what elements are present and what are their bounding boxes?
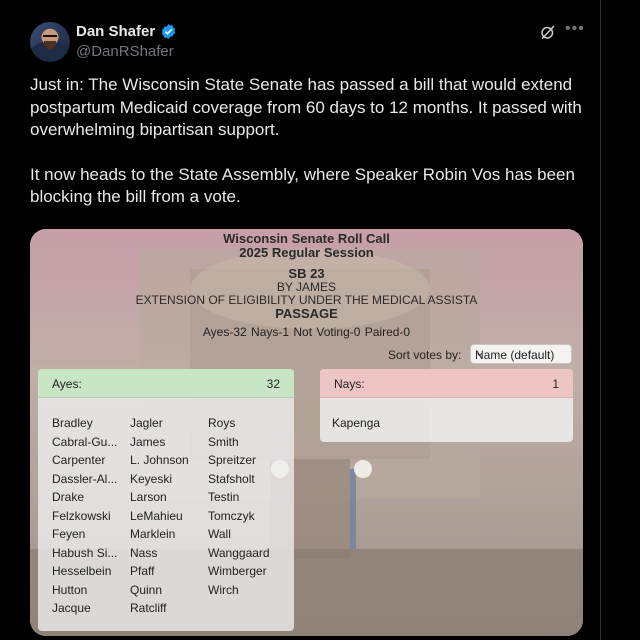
roll-call-title: Wisconsin Senate Roll Call: [223, 231, 390, 246]
bill-number: SB 23: [288, 266, 325, 281]
author-name[interactable]: Dan Shafer: [76, 23, 155, 40]
roll-call-image[interactable]: Wisconsin Senate Roll Call 2025 Regular …: [30, 229, 583, 636]
ayes-column-1: Bradley Cabral-Gu... Carpenter Dassler-Al..…: [52, 416, 117, 620]
senator-name: LeMahieu: [130, 508, 183, 523]
nays-label: Nays:: [334, 377, 365, 391]
senator-name: Jagler: [130, 416, 163, 430]
verified-badge-icon: [161, 24, 176, 39]
ayes-column-3: Roys Smith Spreitzer Stafsholt Testin Tomczyk…: [208, 416, 270, 601]
senator-name: Smith: [208, 434, 239, 449]
senator-name: James: [130, 434, 166, 449]
senator-name: Tomczyk: [208, 508, 255, 523]
senator-name: Drake: [52, 490, 85, 504]
ayes-header: Ayes: 32: [38, 369, 294, 398]
senator-name: Dassler-Al...: [52, 471, 118, 486]
senator-name: Wimberger: [208, 564, 267, 578]
senator-name: Marklein: [130, 527, 176, 541]
senator-name: Wall: [208, 527, 231, 541]
senator-name: Stafsholt: [208, 471, 255, 486]
nays-header: Nays: 1: [320, 369, 573, 398]
senator-name: Hutton: [52, 582, 88, 597]
senator-name: Wirch: [208, 582, 239, 597]
senator-name: Wanggaard: [208, 545, 270, 560]
senator-name: Hesselbein: [52, 564, 112, 578]
senator-name: Ratcliff: [130, 601, 167, 615]
senator-name: Kapenga: [332, 416, 381, 430]
senator-name: Keyeski: [130, 471, 173, 486]
avatar-glasses: [43, 35, 57, 40]
senator-name: Feyen: [52, 527, 86, 541]
senator-name: Carpenter: [52, 453, 106, 467]
senator-name: Cabral-Gu...: [52, 434, 118, 449]
sort-select[interactable]: Name (default) ⌄: [470, 344, 572, 364]
senator-name: Testin: [208, 490, 240, 504]
senator-name: Quinn: [130, 582, 163, 597]
ayes-count: 32: [266, 377, 280, 391]
sort-label: Sort votes by:: [388, 348, 462, 362]
tweet-paragraph: It now heads to the State Assembly, wher…: [30, 164, 575, 207]
senator-name: Bradley: [52, 416, 93, 430]
nays-count: 1: [552, 377, 559, 391]
avatar[interactable]: [30, 22, 70, 62]
tweet-paragraph: Just in: The Wisconsin State Senate has …: [30, 75, 582, 140]
timeline-divider: [600, 0, 601, 640]
chevron-down-icon: ⌄: [475, 347, 485, 359]
senator-name: Spreitzer: [208, 453, 257, 467]
session-label: 2025 Regular Session: [239, 245, 374, 260]
tweet-text: Just in: The Wisconsin State Senate has …: [30, 74, 585, 209]
nays-panel: Nays: 1: [320, 369, 573, 442]
avatar-beard: [44, 41, 56, 49]
senator-name: Larson: [130, 490, 167, 504]
senator-name: Jacque: [52, 601, 91, 615]
bill-description: EXTENSION OF ELIGIBILITY UNDER THE MEDIC…: [135, 293, 478, 307]
senator-name: Roys: [208, 416, 236, 430]
vote-action: PASSAGE: [275, 306, 338, 321]
bill-author: BY JAMES: [276, 280, 337, 294]
nays-list: Kapenga: [332, 416, 380, 430]
senator-name: Habush Si...: [52, 545, 118, 560]
senator-name: L. Johnson: [130, 453, 189, 467]
more-icon[interactable]: •••: [565, 20, 585, 38]
ayes-column-2: Jagler James L. Johnson Keyeski Larson LeMahi…: [130, 416, 189, 620]
senator-name: Pfaff: [130, 564, 155, 578]
senator-name: Felzkowski: [52, 508, 111, 523]
author-handle[interactable]: @DanRShafer: [76, 43, 174, 60]
vote-tally: Ayes-32 Nays-1 Not Voting-0 Paired-0: [202, 325, 411, 339]
senator-name: Nass: [130, 545, 158, 560]
grok-icon[interactable]: [539, 23, 557, 41]
ayes-label: Ayes:: [52, 377, 82, 391]
